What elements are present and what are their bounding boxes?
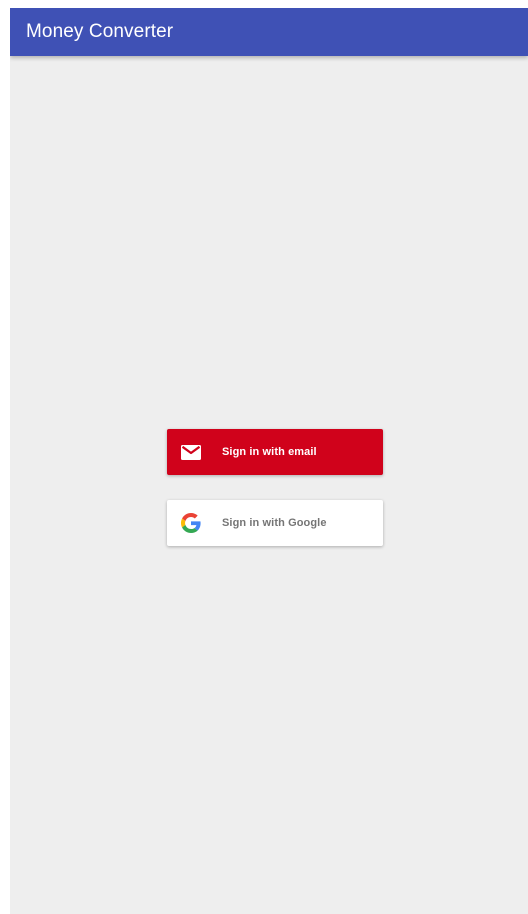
- app-screen: Money Converter Sign in with email Sign …: [10, 8, 528, 914]
- sign-in-email-button[interactable]: Sign in with email: [167, 429, 383, 475]
- app-bar: Money Converter: [10, 8, 528, 56]
- mail-icon: [180, 441, 202, 463]
- sign-in-email-label: Sign in with email: [222, 446, 317, 458]
- google-logo-icon: [180, 512, 202, 534]
- sign-in-google-label: Sign in with Google: [222, 517, 327, 529]
- sign-in-google-button[interactable]: Sign in with Google: [167, 500, 383, 546]
- app-title: Money Converter: [26, 21, 174, 42]
